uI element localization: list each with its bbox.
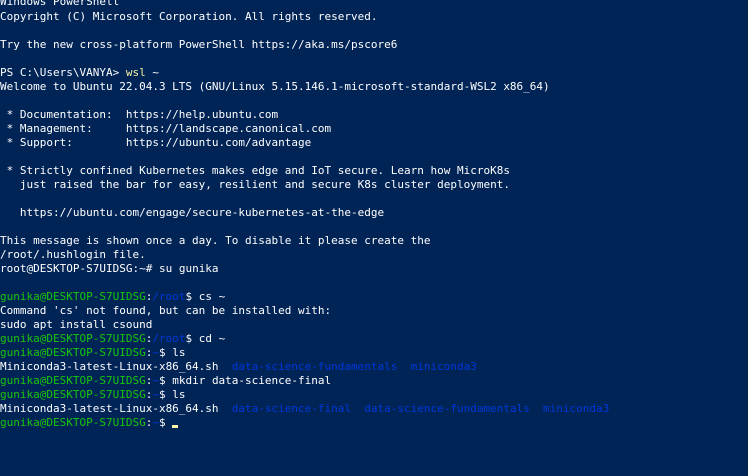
motd-management: * Management: https://landscape.canonica…: [0, 122, 332, 135]
prompt-line-ls-1: gunika@DESKTOP-S7UIDSG:~$ ls: [0, 346, 185, 360]
motd-k8s-line-2: just raised the bar for easy, resilient …: [0, 178, 510, 191]
prompt-path: ~: [152, 346, 159, 359]
pscore-tip-line: Try the new cross-platform PowerShell ht…: [0, 38, 398, 51]
ps-command: wsl: [125, 66, 146, 79]
ls-output-1: Miniconda3-latest-Linux-x86_64.sh data-s…: [0, 360, 477, 374]
user-host: gunika@DESKTOP-S7UIDSG: [0, 416, 146, 429]
ls-directories: data-science-fundamentals miniconda3: [218, 360, 477, 373]
prompt-line-cd: gunika@DESKTOP-S7UIDSG:/root$ cd ~: [0, 332, 225, 346]
prompt-path: /root: [152, 332, 186, 345]
ls-output-2: Miniconda3-latest-Linux-x86_64.sh data-s…: [0, 402, 609, 416]
prompt-dollar: $: [185, 290, 199, 303]
copyright-line: Copyright (C) Microsoft Corporation. All…: [0, 10, 378, 23]
prompt-line-cs: gunika@DESKTOP-S7UIDSG:/root$ cs ~: [0, 290, 225, 304]
hushlogin-line-1: This message is shown once a day. To dis…: [0, 234, 431, 247]
text-cursor: [172, 425, 179, 428]
ps-prompt: PS C:\Users\VANYA>: [0, 66, 126, 79]
hushlogin-line-2: /root/.hushlogin file.: [0, 248, 146, 261]
prompt-dollar: $: [158, 416, 173, 429]
powershell-terminal-window[interactable]: Windows PowerShell Copyright (C) Microso…: [0, 0, 748, 476]
prompt-line-mkdir: gunika@DESKTOP-S7UIDSG:~$ mkdir data-sci…: [0, 374, 331, 388]
ubuntu-welcome-line: Welcome to Ubuntu 22.04.3 LTS (GNU/Linux…: [0, 80, 550, 93]
header-title-line: Windows PowerShell: [0, 0, 120, 8]
user-host: gunika@DESKTOP-S7UIDSG: [0, 374, 146, 387]
root-prompt: root@DESKTOP-S7UIDSG:~#: [0, 262, 159, 275]
command-text: cs ~: [198, 290, 226, 303]
command-text: ls: [172, 388, 186, 401]
ls-file: Miniconda3-latest-Linux-x86_64.sh: [0, 402, 219, 415]
root-prompt-line: root@DESKTOP-S7UIDSG:~# su gunika: [0, 262, 219, 276]
command-text: ls: [172, 346, 186, 359]
prompt-path: ~: [152, 388, 159, 401]
motd-k8s-line-1: * Strictly confined Kubernetes makes edg…: [0, 164, 510, 177]
ls-directories: data-science-final data-science-fundamen…: [218, 402, 610, 415]
prompt-dollar: $: [158, 374, 173, 387]
active-prompt-line[interactable]: gunika@DESKTOP-S7UIDSG:~$: [0, 416, 179, 430]
prompt-path: /root: [152, 290, 186, 303]
user-host: gunika@DESKTOP-S7UIDSG: [0, 346, 146, 359]
command-text: cd ~: [198, 332, 226, 345]
command-text: mkdir data-science-final: [172, 374, 332, 387]
motd-documentation: * Documentation: https://help.ubuntu.com: [0, 108, 279, 121]
error-line-1: Command 'cs' not found, but can be insta…: [0, 304, 332, 317]
user-host: gunika@DESKTOP-S7UIDSG: [0, 388, 146, 401]
ls-file: Miniconda3-latest-Linux-x86_64.sh: [0, 360, 219, 373]
user-host: gunika@DESKTOP-S7UIDSG: [0, 332, 146, 345]
ps-command-args: ~: [145, 66, 159, 79]
prompt-path: ~: [152, 416, 159, 429]
prompt-dollar: $: [158, 388, 173, 401]
root-command: su gunika: [158, 262, 219, 275]
ps-prompt-line: PS C:\Users\VANYA> wsl ~: [0, 66, 159, 80]
error-line-2: sudo apt install csound: [0, 318, 153, 331]
motd-support: * Support: https://ubuntu.com/advantage: [0, 136, 312, 149]
prompt-path: ~: [152, 374, 159, 387]
prompt-line-ls-2: gunika@DESKTOP-S7UIDSG:~$ ls: [0, 388, 185, 402]
prompt-dollar: $: [185, 332, 199, 345]
user-host: gunika@DESKTOP-S7UIDSG: [0, 290, 146, 303]
prompt-dollar: $: [158, 346, 173, 359]
motd-k8s-url: https://ubuntu.com/engage/secure-kuberne…: [0, 206, 385, 219]
